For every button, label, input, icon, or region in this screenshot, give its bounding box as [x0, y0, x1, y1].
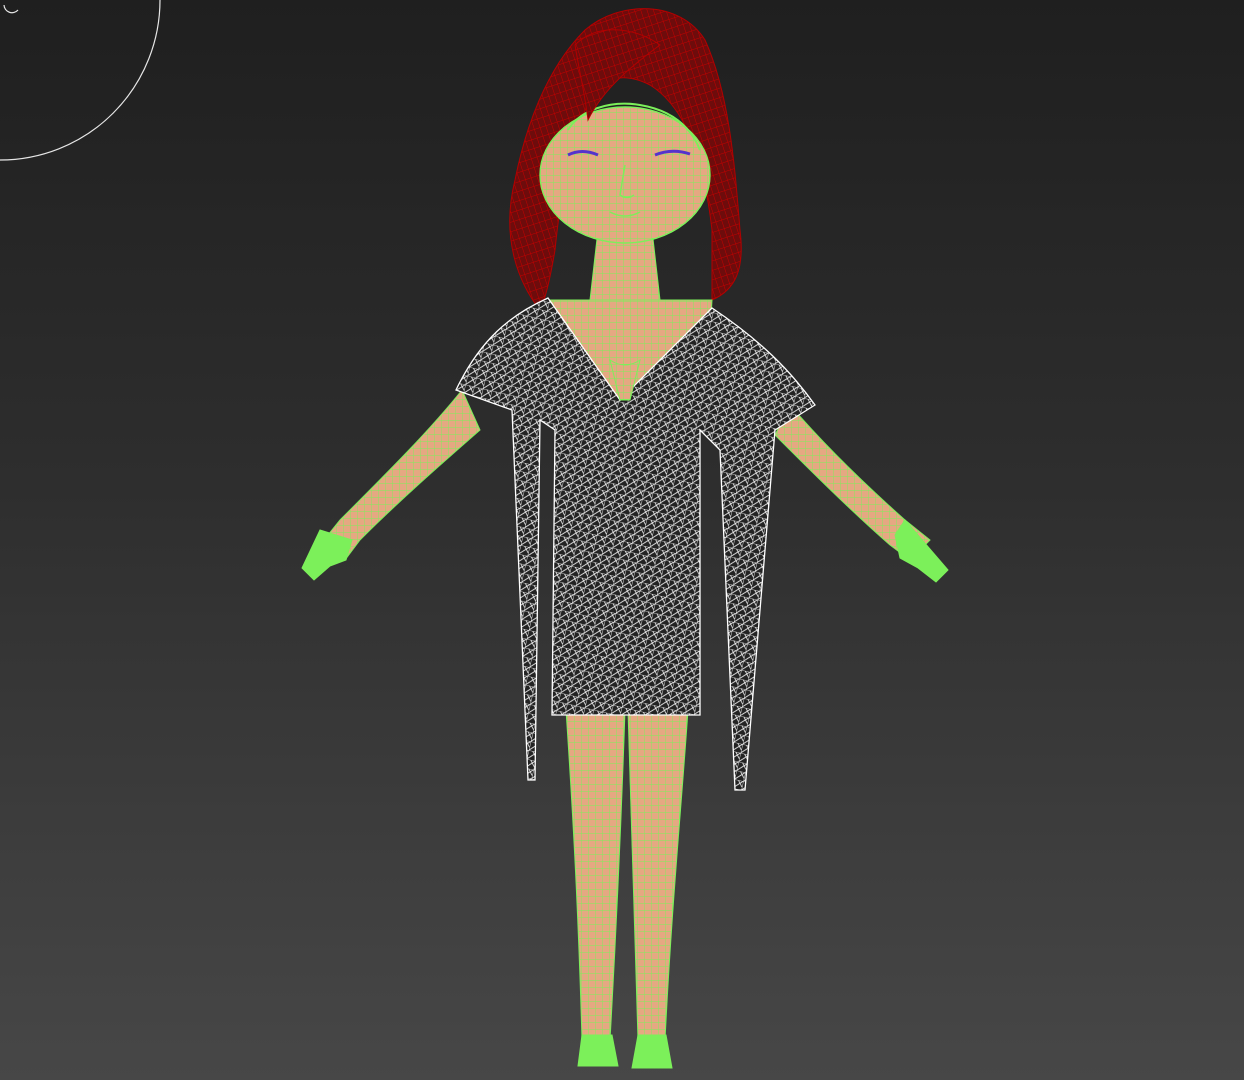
right-hand-mesh	[894, 519, 949, 583]
left-foot-mesh	[577, 1034, 619, 1067]
right-foot-mesh	[631, 1034, 673, 1069]
left-arm-mesh	[319, 389, 481, 561]
left-leg-mesh	[565, 709, 626, 1041]
perspective-viewport[interactable]	[0, 0, 1244, 1080]
right-leg-mesh	[627, 709, 689, 1041]
character-model[interactable]	[301, 8, 949, 1069]
view-cube-circle-icon[interactable]	[0, 0, 161, 161]
left-hand-mesh	[301, 529, 353, 581]
